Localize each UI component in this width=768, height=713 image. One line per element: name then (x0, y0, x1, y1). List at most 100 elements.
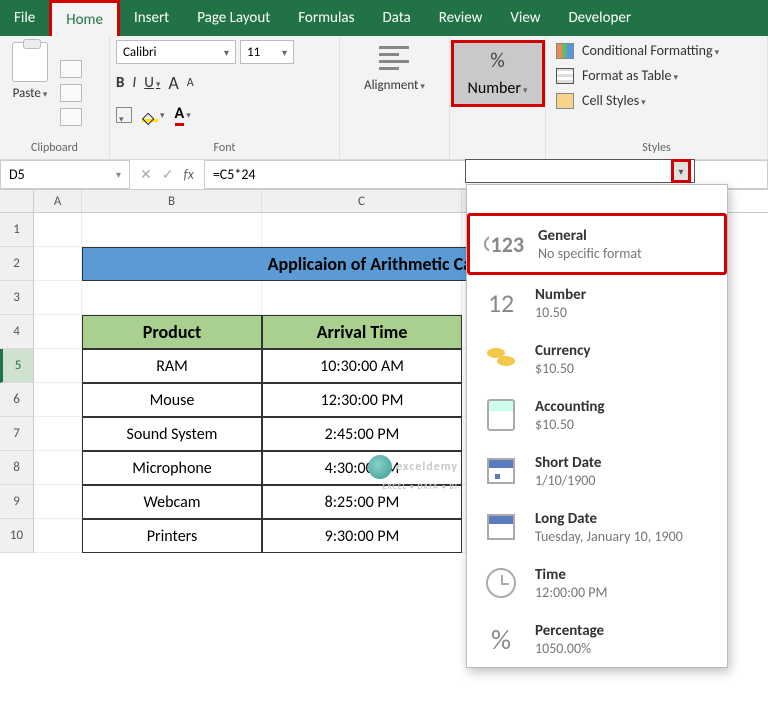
cell[interactable]: Mouse (82, 383, 262, 417)
col-head-c[interactable]: C (262, 190, 462, 212)
tab-view[interactable]: View (496, 0, 554, 36)
long-date-icon (481, 509, 521, 545)
row-head[interactable]: 4 (0, 315, 34, 349)
cell[interactable] (262, 281, 462, 315)
ribbon: Paste Clipboard Calibri▾ 11▾ B I U A A (0, 36, 768, 160)
alignment-button[interactable]: Alignment (358, 40, 431, 95)
cell[interactable] (262, 213, 462, 247)
number-format-dropdown: ▾ 123 GeneralNo specific format 12 Numbe… (466, 184, 728, 668)
cell-styles-button[interactable]: Cell Styles (556, 92, 719, 109)
cell[interactable] (34, 247, 82, 281)
font-color-button[interactable]: A (175, 104, 191, 126)
currency-icon (481, 341, 521, 377)
general-icon: 123 (484, 226, 524, 262)
col-head-b[interactable]: B (82, 190, 262, 212)
format-currency[interactable]: Currency$10.50 (467, 331, 727, 387)
row-head[interactable]: 5 (0, 349, 34, 383)
cell[interactable]: Printers (82, 519, 262, 553)
header-cell[interactable]: Arrival Time (262, 315, 462, 349)
font-size-combo[interactable]: 11▾ (240, 40, 294, 64)
col-head-a[interactable]: A (34, 190, 82, 212)
cell[interactable]: RAM (82, 349, 262, 383)
header-cell[interactable]: Product (82, 315, 262, 349)
cell[interactable]: Sound System (82, 417, 262, 451)
cell[interactable]: 9:30:00 PM (262, 519, 462, 553)
format-general[interactable]: 123 GeneralNo specific format (467, 213, 727, 275)
copy-button[interactable] (60, 84, 82, 102)
row-head[interactable]: 1 (0, 213, 34, 247)
watermark-logo-icon (368, 455, 392, 479)
time-icon (481, 565, 521, 601)
tab-insert[interactable]: Insert (120, 0, 183, 36)
cancel-formula-button[interactable]: ✕ (140, 166, 152, 183)
row-head[interactable]: 8 (0, 451, 34, 485)
cell[interactable] (34, 281, 82, 315)
fill-color-button[interactable]: ◇ (142, 108, 165, 122)
cell[interactable] (34, 315, 82, 349)
row-head[interactable]: 10 (0, 519, 34, 553)
cell[interactable] (34, 417, 82, 451)
cut-button[interactable] (60, 60, 82, 78)
cell[interactable] (34, 213, 82, 247)
cell[interactable]: Microphone (82, 451, 262, 485)
tab-data[interactable]: Data (368, 0, 424, 36)
cell[interactable] (82, 213, 262, 247)
format-percentage[interactable]: % Percentage1050.00% (467, 611, 727, 667)
row-head[interactable]: 2 (0, 247, 34, 281)
tab-developer[interactable]: Developer (554, 0, 645, 36)
cell[interactable] (34, 519, 82, 553)
number-label: Number (468, 79, 528, 98)
format-time[interactable]: Time12:00:00 PM (467, 555, 727, 611)
format-dropdown-button[interactable]: ▾ (671, 159, 691, 183)
grow-font-button[interactable]: A (168, 72, 178, 94)
conditional-formatting-button[interactable]: Conditional Formatting (556, 42, 719, 59)
styles-group-label: Styles (552, 138, 761, 159)
cell[interactable] (34, 383, 82, 417)
ribbon-tabs: File Home Insert Page Layout Formulas Da… (0, 0, 768, 36)
row-head[interactable]: 9 (0, 485, 34, 519)
underline-button[interactable]: U (144, 74, 160, 92)
format-painter-button[interactable] (60, 108, 82, 126)
tab-page-layout[interactable]: Page Layout (183, 0, 284, 36)
shrink-font-button[interactable]: A (187, 76, 194, 90)
table-icon (556, 68, 574, 84)
number-format-button[interactable]: % Number (451, 40, 545, 107)
short-date-icon (481, 453, 521, 489)
italic-button[interactable]: I (132, 74, 136, 92)
watermark: exceldemy EXCEL • DATA • BI (368, 455, 458, 495)
row-head[interactable]: 3 (0, 281, 34, 315)
font-name-combo[interactable]: Calibri▾ (116, 40, 236, 64)
borders-button[interactable] (116, 107, 132, 123)
tab-home[interactable]: Home (49, 0, 120, 36)
bold-button[interactable]: B (116, 74, 124, 92)
fx-button[interactable]: fx (183, 166, 193, 183)
cell[interactable]: 12:30:00 PM (262, 383, 462, 417)
alignment-icon (377, 42, 411, 74)
format-number[interactable]: 12 Number10.50 (467, 275, 727, 331)
format-as-table-button[interactable]: Format as Table (556, 67, 719, 84)
enter-formula-button[interactable]: ✓ (162, 166, 174, 183)
paste-button[interactable]: Paste (6, 40, 54, 103)
format-short-date[interactable]: Short Date1/10/1900 (467, 443, 727, 499)
format-search-input[interactable] (465, 159, 695, 183)
cell[interactable] (34, 451, 82, 485)
format-long-date[interactable]: Long DateTuesday, January 10, 1900 (467, 499, 727, 555)
format-accounting[interactable]: Accounting$10.50 (467, 387, 727, 443)
tab-formulas[interactable]: Formulas (284, 0, 368, 36)
tab-file[interactable]: File (0, 0, 49, 36)
tab-review[interactable]: Review (425, 0, 497, 36)
cell[interactable] (34, 485, 82, 519)
cell[interactable]: 2:45:00 PM (262, 417, 462, 451)
cell-styles-icon (556, 93, 574, 109)
row-head[interactable]: 6 (0, 383, 34, 417)
cell[interactable] (34, 349, 82, 383)
name-box[interactable]: D5▾ (0, 160, 130, 189)
cell[interactable] (82, 281, 262, 315)
clipboard-group-label: Clipboard (6, 138, 103, 159)
select-all[interactable] (0, 190, 34, 212)
cell[interactable]: Webcam (82, 485, 262, 519)
percentage-icon: % (481, 621, 521, 657)
accounting-icon (481, 397, 521, 433)
row-head[interactable]: 7 (0, 417, 34, 451)
cell[interactable]: 10:30:00 AM (262, 349, 462, 383)
